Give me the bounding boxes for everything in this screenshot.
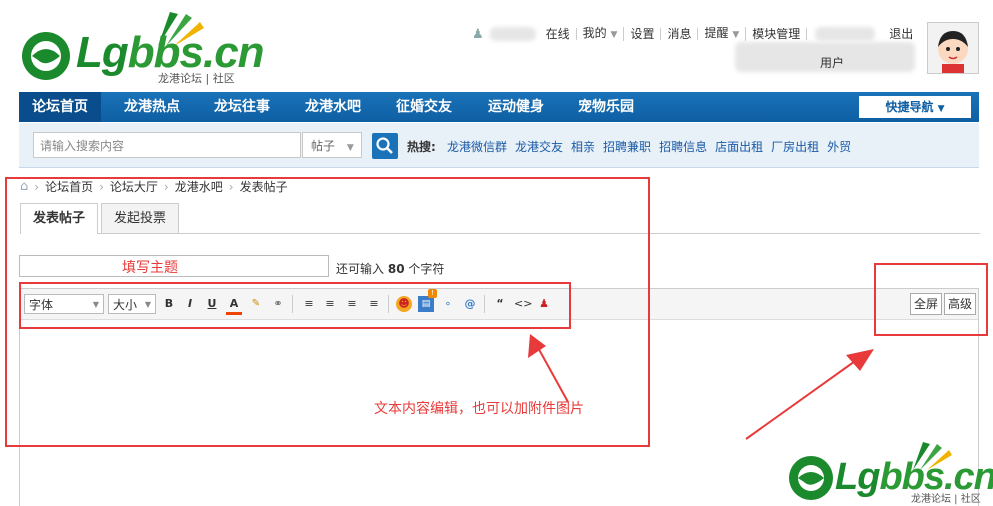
quick-nav-button[interactable]: 快捷导航 ▼: [859, 96, 971, 118]
logout-link[interactable]: 退出: [883, 28, 919, 40]
nav-item-history[interactable]: 龙坛往事: [201, 92, 283, 122]
search-button[interactable]: [372, 133, 398, 159]
avatar[interactable]: [927, 22, 979, 74]
logo-subtitle: 龙港论坛 | 社区: [158, 72, 235, 85]
user-icon: ♟: [472, 26, 484, 42]
user-group-label: 用户: [820, 56, 845, 70]
hot-link[interactable]: 招聘兼职: [603, 138, 651, 155]
watermark-subtitle: 龙港论坛 | 社区: [911, 494, 981, 505]
annotation-box-fullscreen: [874, 263, 988, 336]
hot-link[interactable]: 店面出租: [715, 138, 763, 155]
annotation-box-toolbar: [19, 282, 571, 329]
blurred-info: [815, 27, 876, 41]
arrow-to-fullscreen-icon: [745, 349, 874, 440]
caret-down-icon: ▼: [937, 104, 945, 114]
chevron-down-icon: ▼: [610, 30, 618, 40]
nav-item-hot[interactable]: 龙港热点: [111, 92, 193, 122]
hot-search-label: 热搜:: [407, 140, 436, 154]
hot-search-links: 龙港微信群 龙港交友 相亲 招聘兼职 招聘信息 店面出租 厂房出租 外贸: [447, 138, 851, 155]
hot-link[interactable]: 龙港微信群: [447, 138, 507, 155]
nav-item-pets[interactable]: 宠物乐园: [565, 92, 647, 122]
chevron-down-icon: ▼: [732, 30, 740, 40]
top-user-links: ♟ 在线 我的 ▼ 设置 消息 提醒 ▼ 模块管理 退出: [472, 26, 919, 42]
messages-link[interactable]: 消息: [661, 28, 699, 40]
remind-menu[interactable]: 提醒 ▼: [698, 27, 747, 41]
blurred-username: [489, 27, 536, 41]
search-type-select[interactable]: 帖子 ▼: [302, 132, 362, 158]
settings-link[interactable]: 设置: [624, 28, 662, 40]
subject-annotation: 填写主题: [122, 260, 178, 276]
site-logo[interactable]: Lgbbs.cn 龙港论坛 | 社区: [18, 8, 265, 88]
search-bar: 请输入搜索内容 帖子 ▼ 热搜: 龙港微信群 龙港交友 相亲 招聘兼职 招聘信息…: [19, 123, 979, 168]
dragon-logo-icon: [22, 32, 70, 80]
nav-item-dating[interactable]: 征婚交友: [383, 92, 465, 122]
nav-item-fitness[interactable]: 运动健身: [475, 92, 557, 122]
nav-item-home[interactable]: 论坛首页: [19, 92, 101, 122]
hot-link[interactable]: 外贸: [827, 138, 851, 155]
hot-link[interactable]: 相亲: [571, 138, 595, 155]
module-manage-link[interactable]: 模块管理: [746, 28, 808, 40]
chevron-down-icon: ▼: [346, 143, 354, 153]
search-input[interactable]: 请输入搜索内容: [33, 132, 301, 158]
online-status[interactable]: 在线: [540, 28, 577, 40]
nav-item-waterbar[interactable]: 龙港水吧: [292, 92, 374, 122]
arrow-to-toolbar-icon: [528, 334, 569, 403]
avatar-face-icon: [938, 31, 968, 73]
hot-link[interactable]: 龙港交友: [515, 138, 563, 155]
hot-link[interactable]: 招聘信息: [659, 138, 707, 155]
watermark-logo: Lgbbs.cn 龙港论坛 | 社区: [785, 438, 993, 506]
search-icon: [376, 137, 393, 154]
hot-link[interactable]: 厂房出租: [771, 138, 819, 155]
my-menu[interactable]: 我的 ▼: [577, 27, 625, 41]
main-nav: 论坛首页 龙港热点 龙坛往事 龙港水吧 征婚交友 运动健身 宠物乐园 快捷导航 …: [19, 92, 979, 122]
dragon-logo-icon: [789, 456, 833, 500]
